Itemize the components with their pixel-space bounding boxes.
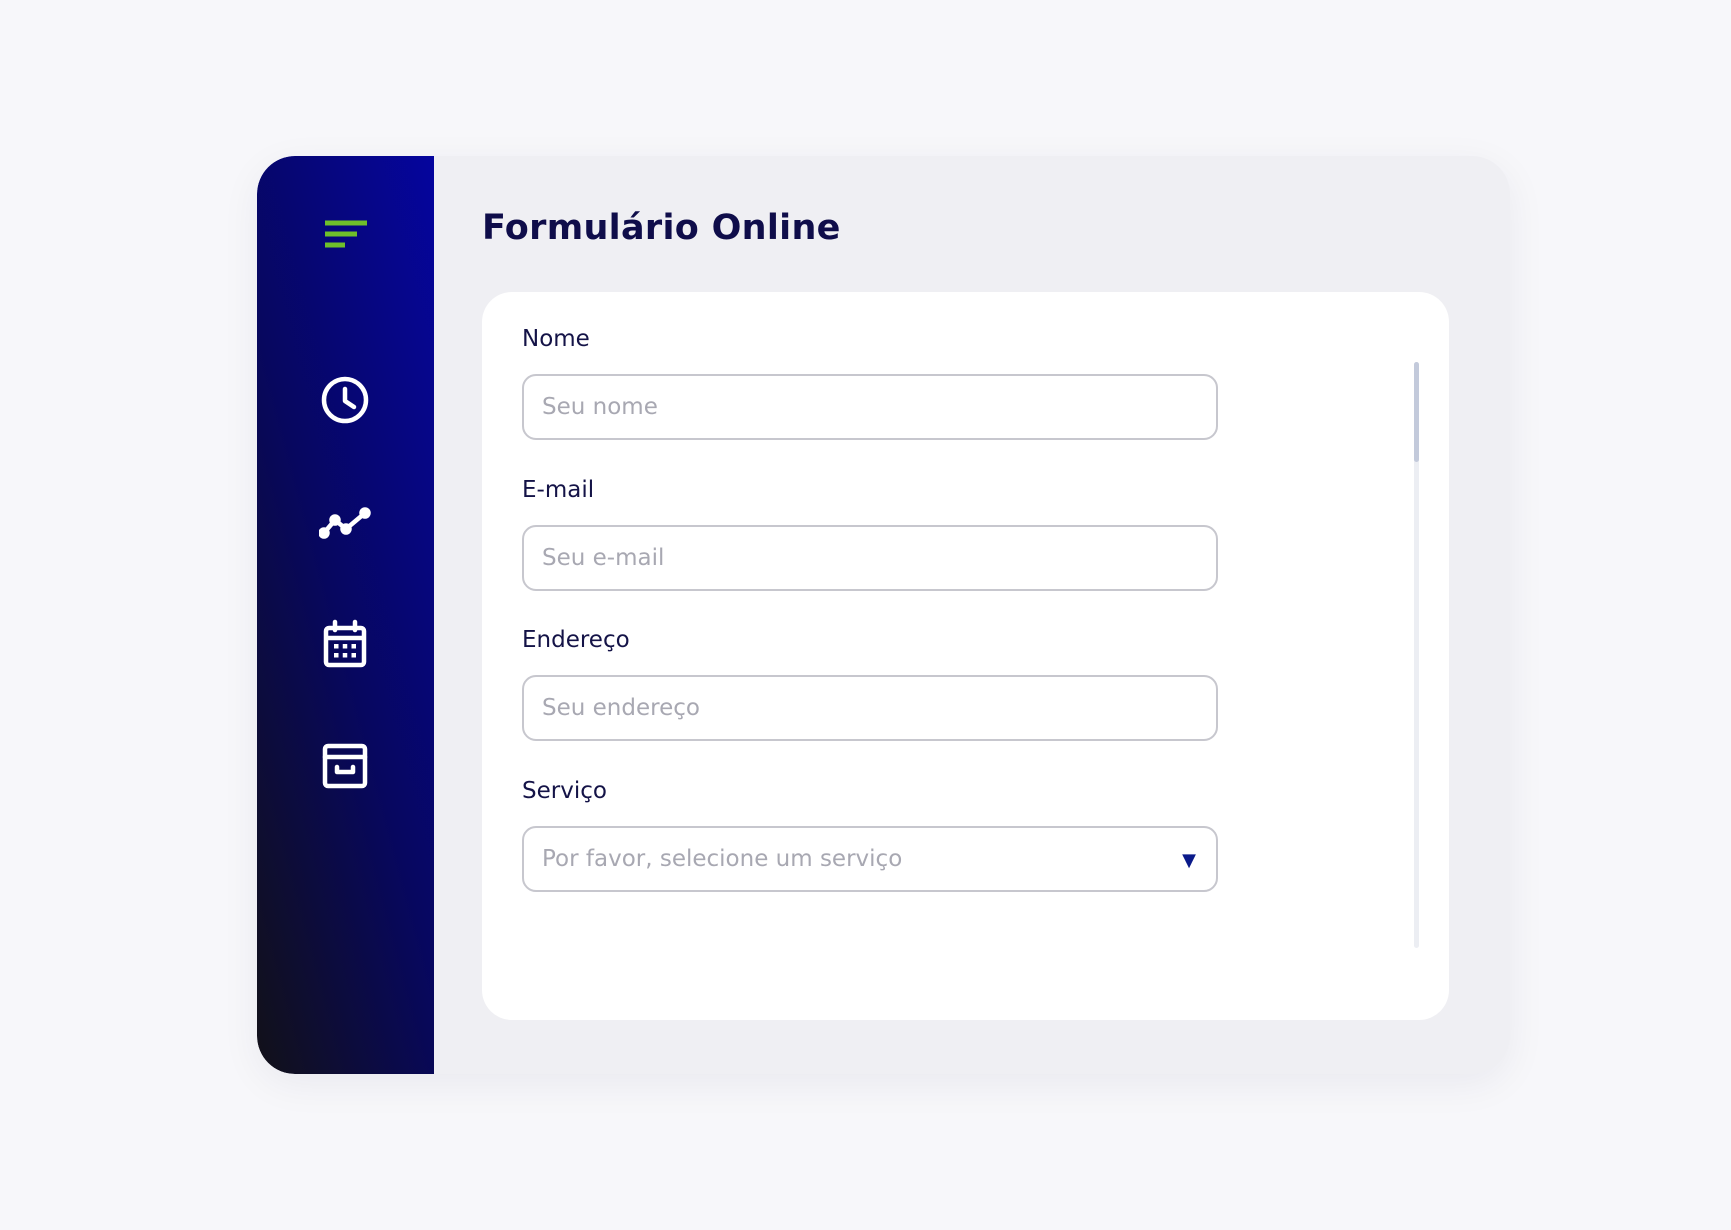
service-select[interactable]: Por favor, selecione um serviço ▼ (522, 826, 1218, 892)
calendar-icon[interactable] (319, 619, 371, 671)
menu-icon[interactable] (319, 208, 371, 260)
name-label: Nome (522, 326, 590, 352)
email-input[interactable] (524, 527, 1216, 589)
email-label: E-mail (522, 477, 595, 503)
email-field-box (522, 525, 1218, 591)
name-field-box (522, 374, 1218, 440)
address-field-box (522, 675, 1218, 741)
sidebar (257, 156, 434, 1074)
scrollbar-thumb[interactable] (1414, 362, 1419, 462)
address-label: Endereço (522, 627, 630, 653)
archive-icon[interactable] (319, 740, 371, 792)
activity-chart-icon[interactable] (319, 496, 371, 548)
chevron-down-icon: ▼ (1182, 850, 1196, 871)
name-input[interactable] (524, 376, 1216, 438)
page-title: Formulário Online (482, 208, 841, 248)
app-window: Formulário Online Nome E-mail Endereço S… (257, 156, 1510, 1074)
service-label: Serviço (522, 778, 607, 804)
form-card: Nome E-mail Endereço Serviço Por favor, … (482, 292, 1449, 1020)
clock-icon[interactable] (319, 374, 371, 426)
scrollbar-track[interactable] (1414, 362, 1419, 948)
address-input[interactable] (524, 677, 1216, 739)
service-select-value: Por favor, selecione um serviço (542, 846, 903, 872)
